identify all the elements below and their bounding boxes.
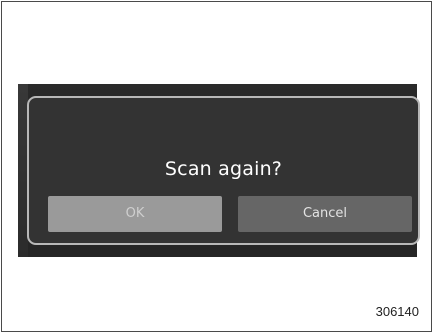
figure-number: 306140 bbox=[375, 304, 419, 319]
ok-button[interactable]: OK bbox=[48, 196, 222, 232]
cancel-button[interactable]: Cancel bbox=[238, 196, 412, 232]
scan-again-dialog: Scan again? OK Cancel bbox=[27, 96, 420, 245]
dialog-title: Scan again? bbox=[164, 158, 283, 180]
